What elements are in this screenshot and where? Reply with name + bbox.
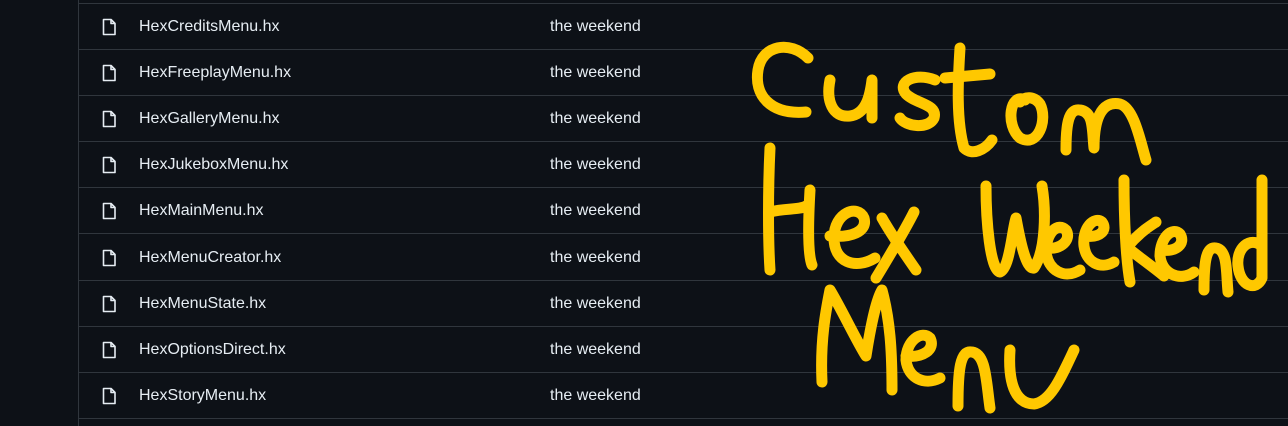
file-icon (102, 387, 116, 404)
file-name-link[interactable]: HexFreeplayMenu.hx (139, 64, 291, 82)
file-icon (102, 249, 116, 266)
file-row[interactable]: HexCreditsMenu.hx the weekend (79, 4, 1288, 50)
file-row[interactable]: HexFreeplayMenu.hx the weekend (79, 50, 1288, 96)
file-browser-page: HexCreditsMenu.hx the weekend HexFreepla… (0, 0, 1288, 426)
commit-message-link[interactable]: the weekend (550, 64, 641, 82)
commit-message-link[interactable]: the weekend (550, 249, 641, 267)
file-icon (102, 156, 116, 173)
file-name-link[interactable]: HexMainMenu.hx (139, 202, 264, 220)
file-row[interactable]: HexStoryMenu.hx the weekend (79, 373, 1288, 419)
file-name-link[interactable]: HexMenuCreator.hx (139, 249, 281, 267)
file-row[interactable]: HexGalleryMenu.hx the weekend (79, 96, 1288, 142)
commit-message-link[interactable]: the weekend (550, 295, 641, 313)
commit-message-link[interactable]: the weekend (550, 110, 641, 128)
file-name-link[interactable]: HexCreditsMenu.hx (139, 18, 280, 36)
file-icon (102, 18, 116, 35)
commit-message-link[interactable]: the weekend (550, 341, 641, 359)
file-name-link[interactable]: HexGalleryMenu.hx (139, 110, 280, 128)
file-icon (102, 110, 116, 127)
file-icon (102, 64, 116, 81)
file-row[interactable]: HexMenuCreator.hx the weekend (79, 235, 1288, 281)
file-name-link[interactable]: HexStoryMenu.hx (139, 387, 266, 405)
commit-message-link[interactable]: the weekend (550, 18, 641, 36)
file-name-link[interactable]: HexOptionsDirect.hx (139, 341, 286, 359)
file-row[interactable]: HexJukeboxMenu.hx the weekend (79, 142, 1288, 188)
file-row[interactable]: HexOptionsDirect.hx the weekend (79, 327, 1288, 373)
file-row[interactable]: HexMainMenu.hx the weekend (79, 188, 1288, 234)
file-row[interactable]: HexMenuState.hx the weekend (79, 281, 1288, 327)
file-icon (102, 202, 116, 219)
file-name-link[interactable]: HexJukeboxMenu.hx (139, 156, 288, 174)
file-icon (102, 341, 116, 358)
commit-message-link[interactable]: the weekend (550, 156, 641, 174)
commit-message-link[interactable]: the weekend (550, 202, 641, 220)
file-icon (102, 295, 116, 312)
file-list: HexCreditsMenu.hx the weekend HexFreepla… (78, 0, 1288, 426)
commit-message-link[interactable]: the weekend (550, 387, 641, 405)
file-name-link[interactable]: HexMenuState.hx (139, 295, 266, 313)
